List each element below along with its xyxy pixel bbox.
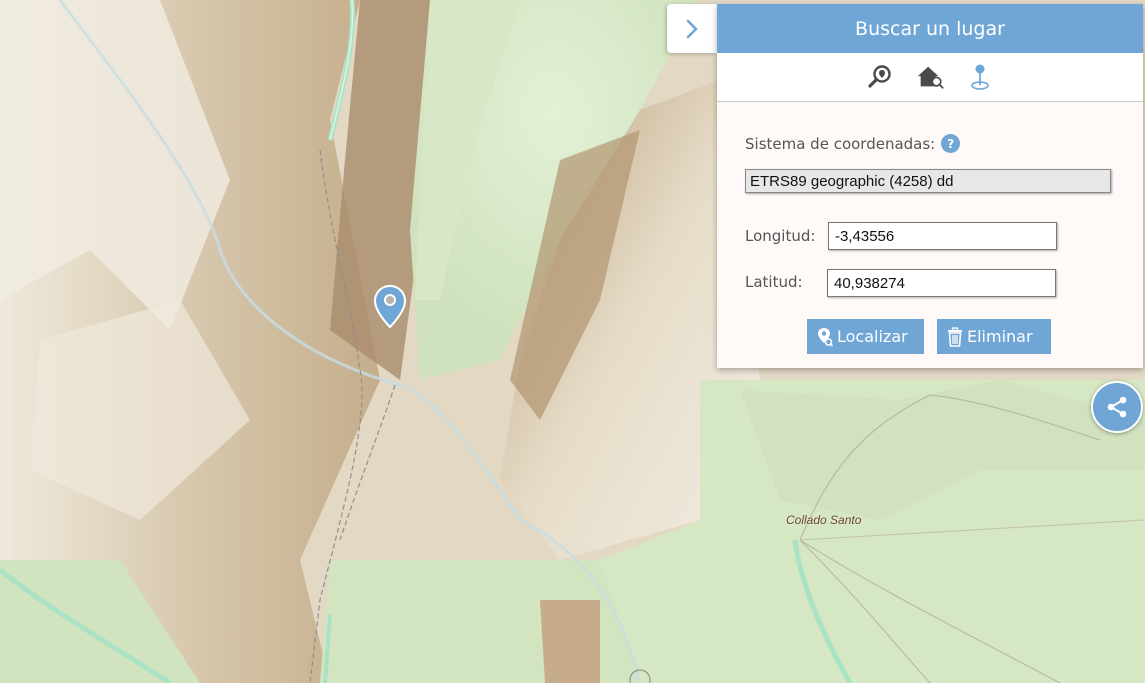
help-icon[interactable]: ? [941,134,961,153]
trash-icon [948,326,962,347]
crs-label-text: Sistema de coordenadas: [745,134,936,153]
locate-pin-search-icon [818,327,833,347]
locate-button[interactable]: Localizar [807,319,924,354]
collapse-panel-button[interactable] [667,4,717,53]
location-pin-icon[interactable] [374,285,406,329]
crs-label: Sistema de coordenadas: ? [745,134,961,153]
share-icon [1107,396,1127,418]
tab-search-coordinates[interactable] [966,63,994,91]
search-place-panel: Buscar un lugar Sistema de coordenadas: … [717,4,1143,368]
search-mode-tabs [717,53,1143,102]
locate-button-label: Localizar [837,327,908,346]
delete-button[interactable]: Eliminar [937,319,1051,354]
longitude-label: Longitud: [745,227,816,245]
tab-search-address[interactable] [916,63,944,91]
longitude-input[interactable] [828,222,1057,250]
chevron-right-icon [686,19,698,38]
magnifier-pin-icon [868,65,891,88]
coordinate-pin-icon [971,64,989,90]
house-search-icon [917,66,944,89]
latitude-label: Latitud: [745,273,803,291]
share-button[interactable] [1091,381,1143,433]
place-label-collado-santo: Collado Santo [786,513,862,527]
delete-button-label: Eliminar [967,327,1033,346]
tab-search-place[interactable] [866,63,894,91]
latitude-input[interactable] [827,269,1056,297]
panel-title: Buscar un lugar [717,4,1143,53]
crs-select[interactable]: ETRS89 geographic (4258) dd [745,169,1111,193]
